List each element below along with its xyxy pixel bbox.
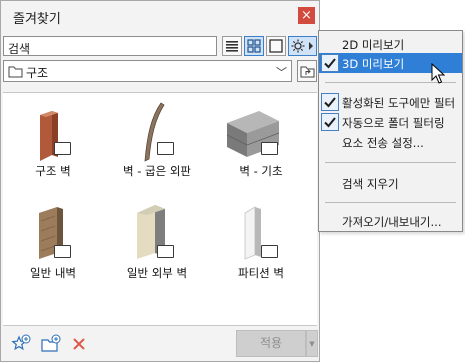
folder-name: 구조 (26, 66, 49, 80)
options-menu: 2D 미리보기 3D 미리보기 활성화된 도구에만 필터 자동으로 폴더 필터링… (318, 30, 463, 232)
favorite-item[interactable]: 일반 내벽 (3, 193, 108, 288)
parent-folder-button[interactable] (297, 60, 317, 82)
favorites-grid[interactable]: 구조 벽 벽 - 굽은 외판 벽 - 기초 일반 내벽 일반 외부 벽 파티션 … (3, 92, 317, 326)
menu-arrow-icon (309, 42, 313, 50)
add-favorite-icon[interactable] (11, 334, 31, 354)
favorite-item[interactable]: 구조 벽 (3, 93, 108, 188)
menu-item-clear-search[interactable]: 검색 지우기 (319, 173, 462, 193)
favorite-item[interactable]: 일반 외부 벽 (107, 193, 212, 288)
checkmark-icon (321, 54, 339, 72)
curved-wall-icon (144, 102, 165, 162)
menu-separator (325, 162, 456, 163)
grid-view-icon (247, 39, 261, 53)
favorite-item-label: 구조 벽 (35, 164, 71, 178)
options-menu-button[interactable] (288, 36, 317, 56)
palette-title: 즐겨찾기 (13, 12, 61, 27)
favorite-item-label: 일반 내벽 (30, 266, 76, 280)
menu-item-import-export[interactable]: 가져오기/내보내기... (319, 211, 462, 231)
folder-up-icon (300, 66, 315, 78)
apply-dropdown-arrow-icon[interactable]: ▼ (306, 330, 318, 357)
apply-button[interactable]: 적용 (236, 330, 306, 357)
favorite-badge-icon (157, 142, 174, 155)
menu-item-label: 가져오기/내보내기... (342, 215, 442, 229)
favorite-badge-icon (54, 245, 71, 258)
delete-icon[interactable] (71, 336, 87, 352)
mouse-cursor-icon (431, 63, 445, 84)
menu-item-2d-preview[interactable]: 2D 미리보기 (319, 34, 462, 54)
close-button[interactable]: × (298, 7, 315, 24)
favorite-badge-icon (261, 142, 278, 155)
favorites-palette: 즐겨찾기 × 검색 구조 ﹀ 구조 벽 벽 - 굽은 외판 벽 - 기초 일반 … (0, 0, 320, 362)
favorite-badge-icon (54, 142, 71, 155)
folder-icon (8, 66, 23, 78)
menu-separator (325, 202, 456, 203)
structural-wall-icon (40, 111, 58, 161)
menu-item-label: 자동으로 폴더 필터링 (342, 116, 445, 130)
favorite-item-label: 벽 - 기초 (239, 164, 283, 178)
favorite-badge-icon (157, 245, 174, 258)
menu-item-label: 활성화된 도구에만 필터 (342, 96, 456, 110)
menu-item-filter-active-tool[interactable]: 활성화된 도구에만 필터 (319, 92, 462, 112)
menu-item-label: 3D 미리보기 (342, 57, 405, 71)
menu-item-label: 요소 전송 설정... (342, 136, 424, 150)
checkmark-icon (321, 113, 339, 131)
favorite-item[interactable]: 파티션 벽 (211, 193, 316, 288)
search-input-value: 검색 (8, 42, 31, 56)
checkmark-icon (321, 93, 339, 111)
menu-item-auto-filter-folder[interactable]: 자동으로 폴더 필터링 (319, 112, 462, 132)
large-preview-button[interactable] (266, 36, 286, 56)
favorite-item[interactable]: 벽 - 굽은 외판 (107, 93, 212, 188)
search-input[interactable]: 검색 (3, 36, 217, 56)
grid-view-button[interactable] (244, 36, 264, 56)
favorite-item-label: 파티션 벽 (238, 266, 284, 280)
folder-dropdown[interactable]: 구조 ﹀ (3, 60, 292, 82)
title-bar[interactable]: 즐겨찾기 × (1, 1, 319, 29)
large-preview-icon (269, 39, 283, 53)
favorite-badge-icon (261, 245, 278, 258)
list-view-button[interactable] (222, 36, 242, 56)
menu-item-transfer-settings[interactable]: 요소 전송 설정... (319, 132, 462, 152)
chevron-down-icon: ﹀ (276, 66, 287, 79)
new-folder-icon[interactable] (41, 334, 61, 354)
menu-item-label: 검색 지우기 (342, 177, 399, 191)
favorite-item-label: 벽 - 굽은 외판 (122, 164, 192, 178)
list-view-icon (226, 41, 238, 52)
favorite-item-label: 일반 외부 벽 (126, 266, 188, 280)
gear-icon (291, 39, 313, 53)
favorite-item[interactable]: 벽 - 기초 (211, 93, 316, 188)
menu-item-label: 2D 미리보기 (342, 38, 405, 52)
